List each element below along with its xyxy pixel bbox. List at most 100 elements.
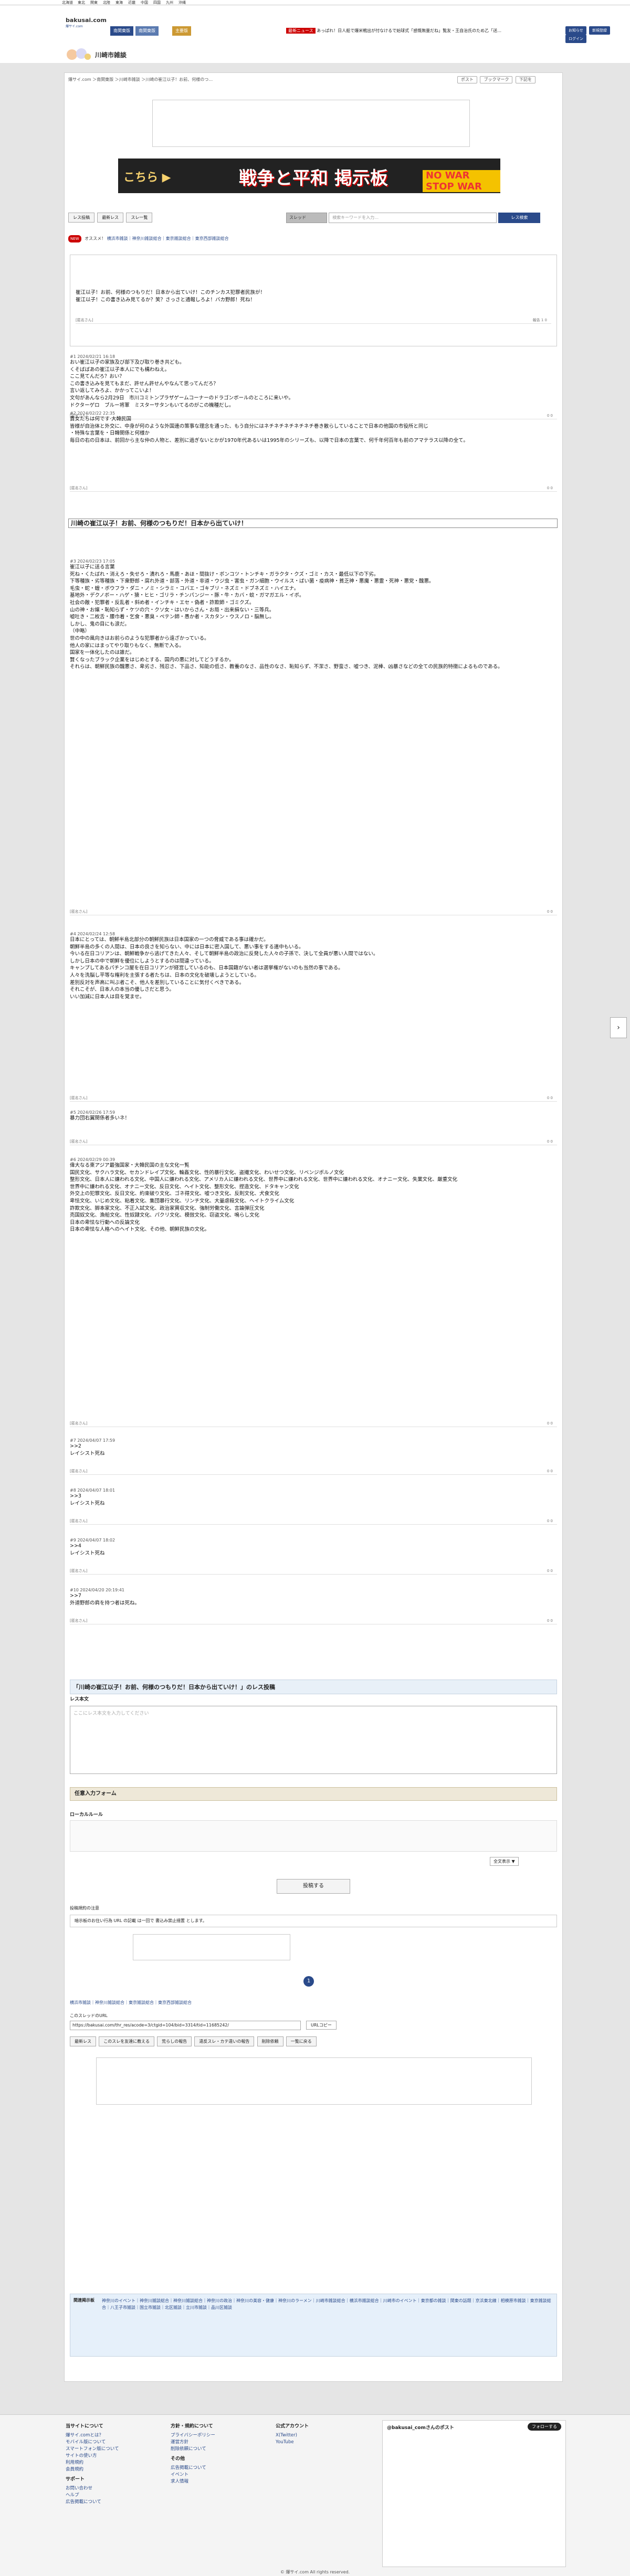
post-author: [匿名さん] [70, 1139, 88, 1144]
footer-link[interactable]: 広告掲載について [66, 2499, 165, 2506]
vote-buttons[interactable]: 0 0 [547, 1617, 553, 1624]
region-link[interactable]: 北海道 [62, 0, 73, 5]
submit-notice-label: 投稿規約の注意 [70, 1906, 99, 1910]
copyright: © 爆サイ.com All rights reserved. [280, 2570, 350, 2574]
vote-buttons[interactable]: 0 0 [547, 1420, 553, 1427]
footer-link[interactable]: 広告掲載について [171, 2465, 270, 2472]
page-current[interactable]: 1 [303, 1976, 314, 1987]
footer-link[interactable]: スマートフォン版について [66, 2446, 165, 2453]
new-badge: NEW [68, 235, 81, 242]
pagination: 1 [70, 1973, 557, 1989]
banner-deco: こちら ▶ [123, 171, 171, 184]
search-button[interactable]: レス検索 [498, 213, 541, 223]
vote-buttons[interactable]: 0 0 [547, 908, 553, 915]
footer-link[interactable]: YouTube [276, 2439, 375, 2446]
share-buttons: ポスト ブックマーク 下記を [456, 76, 536, 83]
copy-url-button[interactable]: URLコピー [306, 2021, 337, 2030]
footer-link[interactable]: 会員規約 [66, 2466, 165, 2473]
region-link[interactable]: 東北 [78, 0, 85, 5]
home-button[interactable]: 下記を [516, 76, 536, 83]
region-link[interactable]: 九州 [166, 0, 173, 5]
region-link[interactable]: 北陸 [103, 0, 110, 5]
thread-list-button[interactable]: スレ一覧 [126, 213, 153, 223]
recommend-bar-bottom[interactable]: 横浜市雑談｜神奈川雑談総合｜東京雑談総合｜東京西部雑談総合 [70, 2000, 557, 2005]
ad-slot[interactable] [96, 2057, 532, 2105]
vote-buttons[interactable]: 0 0 [547, 1517, 553, 1525]
footer-link[interactable]: プライバシーポリシー [171, 2432, 270, 2439]
header-tab-active[interactable]: 主要版 [172, 26, 191, 36]
related-boards: 関連掲示板 神奈川のイベント｜神奈川雑談総合｜神奈川雑談総合｜神奈川の政治｜神奈… [70, 2294, 557, 2357]
recommend-links[interactable]: 横浜市雑談｜神奈川雑談総合｜東京雑談総合｜東京西部雑談総合 [107, 236, 229, 241]
footer-link[interactable]: モバイル版について [66, 2439, 165, 2446]
logo-text: bakusai.com [66, 17, 107, 24]
site-header: bakusai.com 爆サイ.com 南関東版 南関東版 主要版 最新ニュース… [0, 5, 630, 63]
back-to-list-button[interactable]: 一覧に戻る [286, 2036, 317, 2046]
post-meta: #5 2024/02/26 17:59 [70, 1110, 116, 1115]
post-body: >>2 レイシスト死ね [70, 1443, 105, 1456]
footer-link[interactable]: ヘルプ [66, 2492, 165, 2499]
full-text-toggle[interactable]: 全文表示 ▼ [490, 1857, 519, 1866]
search-input[interactable]: 検索キーワードを入力… [329, 213, 497, 223]
notice-button[interactable]: お知らせ [565, 26, 586, 35]
reply-textarea[interactable]: ここにレス本文を入力してください [70, 1706, 557, 1774]
post-body: 日本にとっては、朝鮮半島北部分の朝鮮民族は日本国家の一つの脅威である事は確かだ。… [70, 937, 379, 1000]
post-body: 崔江以子！お前、何様のつもりだ！日本から出ていけ！このチンカス犯罪者民族が！ 崔… [76, 290, 266, 303]
vote-buttons[interactable]: 0 0 [547, 1138, 553, 1145]
vote-buttons[interactable]: 0 0 [547, 1468, 553, 1475]
register-button[interactable]: 新規登録 [589, 26, 611, 35]
post-author: [匿名さん] [70, 910, 88, 914]
banner-tag: NO WAR STOP WAR [423, 170, 500, 192]
news-text: あっぱれ！日人船で爆米戦出が付なけるで始球式「感慨無量だね」覧友・王自治氏のため… [317, 28, 502, 33]
vote-buttons[interactable]: 報告 1 0 [533, 316, 547, 324]
breadcrumb-text[interactable]: 爆サイ.com ＞南関東版 ＞川崎市雑談 ＞川崎の崔江以子！お前、何様のつ… [68, 77, 213, 82]
vote-buttons[interactable]: 0 0 [547, 484, 553, 492]
footer-heading: 方針・規約について [171, 2424, 213, 2429]
region-link[interactable]: 関東 [90, 0, 98, 5]
optional-form-header[interactable]: 任意入力フォーム [70, 1787, 557, 1801]
post-meta: #7 2024/04/07 17:59 [70, 1438, 116, 1443]
share-friend-button[interactable]: このスレを友達に教える [99, 2036, 154, 2046]
post-author: [匿名さん] [70, 1619, 88, 1623]
related-links[interactable]: 神奈川のイベント｜神奈川雑談総合｜神奈川雑談総合｜神奈川の政治｜神奈川の美容・健… [102, 2297, 553, 2311]
post-reply-button[interactable]: レス投稿 [68, 213, 94, 223]
footer-link[interactable]: 求人情報 [171, 2478, 270, 2485]
region-link[interactable]: 中国 [141, 0, 148, 5]
report-troll-button[interactable]: 荒らしの報告 [157, 2036, 192, 2046]
login-button[interactable]: ログイン [565, 35, 586, 43]
region-link[interactable]: 四国 [153, 0, 161, 5]
footer-link[interactable]: X(Twitter) [276, 2432, 375, 2439]
area-bar: 川崎市雑談 [66, 45, 181, 66]
ad-slot[interactable] [133, 1934, 290, 1960]
footer-link[interactable]: 運営方針 [171, 2439, 270, 2446]
footer-link[interactable]: 爆サイ.comとは？ [66, 2432, 165, 2439]
thread-url-field[interactable]: https://bakusai.com/thr_res/acode=3/ctgi… [70, 2021, 301, 2030]
footer-link[interactable]: 利用規約 [66, 2459, 165, 2466]
news-ticker[interactable]: 最新ニュース あっぱれ！日人船で爆米戦出が付なけるで始球式「感慨無量だね」覧友・… [286, 26, 562, 36]
search-scope-select[interactable]: スレッド [286, 213, 327, 223]
post-body: 偉大なる東アジア最強国家・大韓民国の主な文化一覧 国民文化、サクハラ文化、セカン… [70, 1163, 458, 1233]
footer-link[interactable]: サイトの使い方 [66, 2453, 165, 2459]
site-logo[interactable]: bakusai.com 爆サイ.com [66, 17, 107, 35]
post-button[interactable]: ポスト [457, 76, 477, 83]
region-link[interactable]: 近畿 [128, 0, 135, 5]
header-tab[interactable]: 南関東版 [110, 26, 133, 36]
next-page-arrow-icon[interactable]: › [610, 1017, 627, 1038]
vote-buttons[interactable]: 0 0 [547, 1094, 553, 1102]
follow-button[interactable]: フォローする [528, 2423, 561, 2431]
footer-link[interactable]: 削除依頼について [171, 2446, 270, 2453]
region-link[interactable]: 東海 [116, 0, 123, 5]
vote-buttons[interactable]: 0 0 [547, 1567, 553, 1575]
submit-button[interactable]: 投稿する [277, 1879, 350, 1894]
bookmark-button[interactable]: ブックマーク [480, 76, 513, 83]
ad-slot[interactable] [152, 100, 470, 147]
post-footer: [匿名さん] 0 0 [70, 1567, 557, 1575]
latest-reply-button[interactable]: 最新レス [97, 213, 124, 223]
footer-link[interactable]: お問い合わせ [66, 2485, 165, 2492]
header-tab[interactable]: 南関東版 [135, 26, 159, 36]
latest-button[interactable]: 最新レス [70, 2036, 96, 2046]
war-banner[interactable]: こちら ▶ 戦争と平和 掲示板 NO WAR STOP WAR [118, 159, 500, 193]
delete-request-button[interactable]: 削除依頼 [257, 2036, 284, 2046]
region-link[interactable]: 沖縄 [178, 0, 186, 5]
footer-link[interactable]: イベント [171, 2472, 270, 2478]
report-violation-button[interactable]: 違反スレ・カテ違いの報告 [194, 2036, 255, 2046]
